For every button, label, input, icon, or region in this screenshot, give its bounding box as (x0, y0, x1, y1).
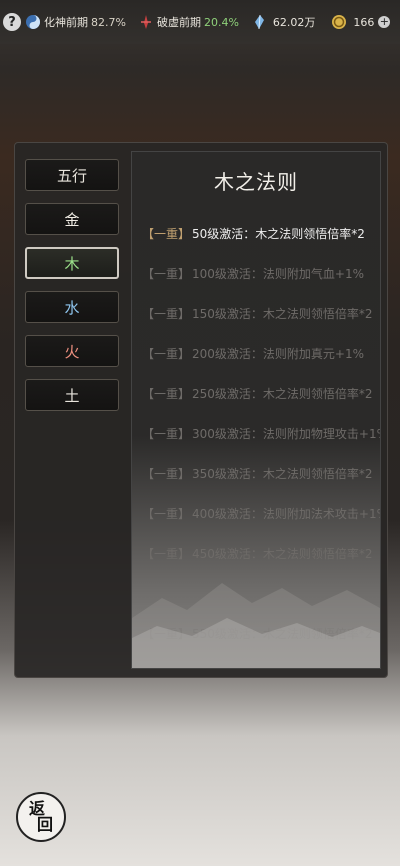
rule-text: 250级激活：木之法则领悟倍率*2 (192, 386, 373, 401)
realm-value: 82.7% (91, 15, 126, 29)
spirit-stone-value: 62.02万 (272, 16, 316, 29)
rule-tier: 【一重】 (142, 466, 191, 481)
currency-stat: 166 + (331, 14, 391, 30)
law-detail[interactable]: 木之法则 【一重】 50级激活：木之法则领悟倍率*2 【一重】 100级激活：法则附… (131, 151, 381, 669)
law-title: 木之法则 (214, 170, 298, 194)
rule-text: 100级激活：法则附加气血+1% (192, 266, 365, 281)
rule-text: 50级激活：木之法则领悟倍率*2 (192, 226, 365, 241)
status-bar: ? 化神前期 82.7% 破虚前期 20.4% 62.02万 166 + (0, 0, 400, 44)
breakthrough-value: 20.4% (203, 15, 239, 29)
rule-item: 【一重】 350级激活：木之法则领悟倍率*2 (132, 453, 380, 493)
spirit-stone-stat: 62.02万 (251, 14, 316, 30)
rule-tier: 【一重】 (142, 306, 191, 321)
spirit-stone-icon (254, 14, 264, 30)
back-button[interactable]: 返 回 (16, 792, 66, 842)
rule-item: 【一重】 250级激活：木之法则领悟倍率*2 (132, 373, 380, 413)
tab-five-elements[interactable]: 五行 (25, 159, 119, 191)
rule-item: 【一重】 400级激活：法则附加法术攻击+1% (132, 493, 380, 533)
rule-text: 200级激活：法则附加真元+1% (192, 346, 365, 361)
tab-fire[interactable]: 火 (25, 335, 119, 367)
tab-label: 五行 (56, 166, 87, 185)
help-button[interactable]: ? (3, 13, 21, 31)
realm-stat: 化神前期 82.7% (25, 14, 126, 30)
currency-value: 166 (353, 15, 375, 29)
rule-text: 300级激活：法则附加物理攻击+1% (192, 426, 381, 441)
back-label-line2: 回 (36, 815, 53, 834)
rule-item: 【一重】 300级激活：法则附加物理攻击+1% (132, 413, 380, 453)
yin-yang-icon (26, 15, 40, 29)
rule-text: 400级激活：法则附加法术攻击+1% (192, 506, 381, 521)
tab-metal[interactable]: 金 (25, 203, 119, 235)
tab-water[interactable]: 水 (25, 291, 119, 323)
realm-label: 化神前期 (44, 16, 88, 29)
tab-label: 土 (64, 386, 80, 405)
coin-icon (332, 15, 347, 29)
rule-tier: 【一重】 (142, 266, 191, 281)
rule-item: 【一重】 100级激活：法则附加气血+1% (132, 253, 380, 293)
tab-wood[interactable]: 木 (25, 247, 119, 279)
add-currency-button[interactable]: + (378, 16, 391, 28)
rule-tier: 【一重】 (142, 226, 191, 241)
rule-text: 350级激活：木之法则领悟倍率*2 (192, 466, 373, 481)
breakthrough-label: 破虚前期 (156, 16, 201, 29)
rule-item: 【一重】 150级激活：木之法则领悟倍率*2 (132, 293, 380, 333)
rule-tier: 【一重】 (142, 386, 191, 401)
tab-label: 水 (64, 298, 80, 317)
back-label: 返 回 (29, 801, 53, 833)
rule-tier: 【一重】 (142, 426, 191, 441)
rule-item: 【一重】 200级激活：法则附加真元+1% (132, 333, 380, 373)
tab-earth[interactable]: 土 (25, 379, 119, 411)
rule-tier: 【一重】 (142, 506, 191, 521)
element-law-panel: 五行 金 木 水 火 土 木之法则 【一重】 50级激活：木之法则领悟倍率*2 【… (14, 142, 388, 678)
tab-label: 金 (64, 210, 80, 229)
rule-text: 150级激活：木之法则领悟倍率*2 (192, 306, 373, 321)
rule-tier: 【一重】 (142, 346, 191, 361)
element-sidebar: 五行 金 木 水 火 土 (25, 159, 121, 423)
rule-item: 【一重】 50级激活：木之法则领悟倍率*2 (132, 213, 380, 253)
tab-label: 火 (64, 342, 80, 361)
breakthrough-stat: 破虚前期 20.4% (138, 14, 239, 30)
mountain-backdrop (132, 583, 380, 668)
tab-label: 木 (64, 254, 80, 273)
sword-icon (140, 15, 151, 29)
